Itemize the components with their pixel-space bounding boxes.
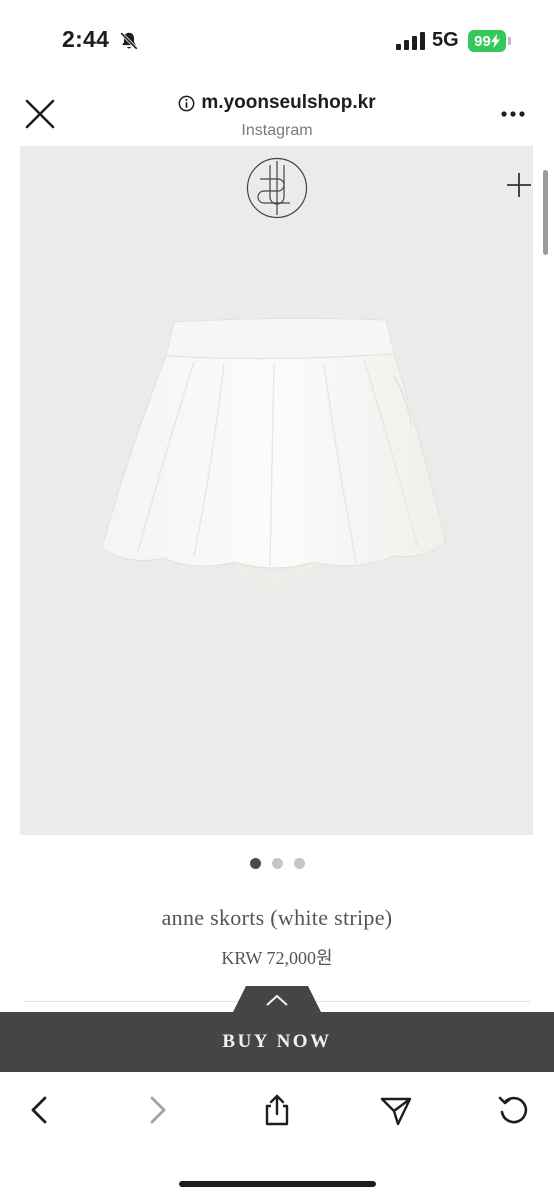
product-image[interactable] [20,146,533,835]
signal-icon [396,32,425,50]
brand-logo [246,157,308,219]
browser-header: m.yoonseulshop.kr Instagram [0,80,554,146]
more-icon[interactable] [500,110,526,118]
product-price: KRW 72,000원 [221,948,333,968]
skirt-photo [101,317,447,583]
product-name: anne skorts (white stripe) [161,905,393,930]
battery-level: 99 [474,32,491,50]
forward-icon[interactable] [141,1093,175,1127]
battery-cap [508,37,511,45]
pager-dot-3[interactable] [293,858,305,869]
source-label: Instagram [241,121,313,139]
network-label: 5G [432,29,459,51]
status-bar: 2:44 5G 99 [0,0,554,80]
close-icon[interactable] [24,98,56,130]
home-indicator[interactable] [179,1181,376,1187]
bell-slash-icon [120,32,138,50]
plus-icon[interactable] [506,172,532,198]
charging-icon [490,34,500,48]
gallery-pager [0,858,554,870]
info-icon[interactable] [178,95,195,112]
scrollbar[interactable] [543,170,548,255]
send-icon[interactable] [379,1093,413,1127]
status-time: 2:44 [62,26,110,52]
pager-dot-2[interactable] [271,858,283,869]
page-url: m.yoonseulshop.kr [201,92,376,113]
browser-toolbar [0,1073,554,1200]
buy-now-button[interactable]: BUY NOW [0,1012,554,1072]
pager-dot-1[interactable] [249,858,261,869]
chevron-up-icon[interactable] [264,992,290,1008]
buy-now-label: BUY NOW [222,1031,332,1052]
back-icon[interactable] [22,1093,56,1127]
share-icon[interactable] [260,1093,294,1127]
reload-icon[interactable] [497,1093,531,1127]
address-area[interactable]: m.yoonseulshop.kr Instagram [120,92,434,140]
battery-indicator: 99 [468,30,506,52]
